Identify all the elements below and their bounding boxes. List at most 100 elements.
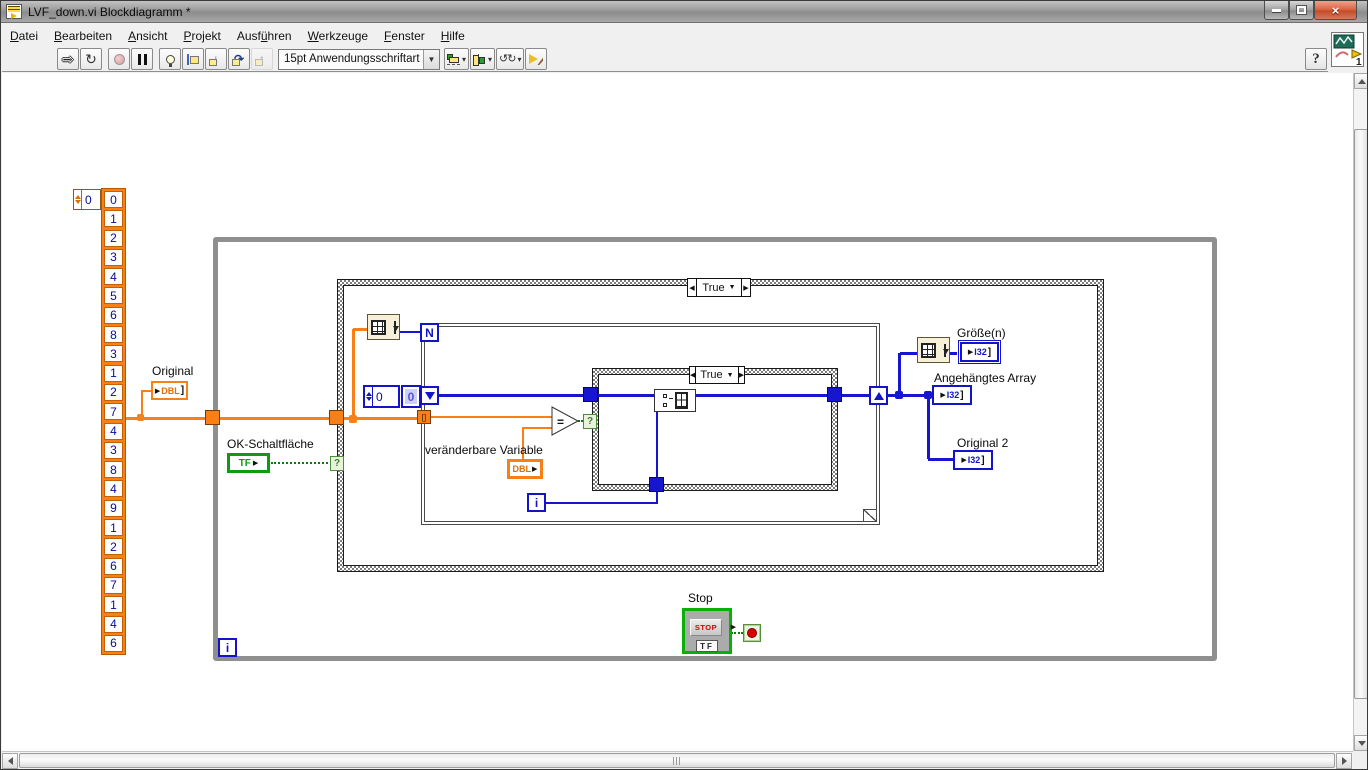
highlight-execution-button[interactable] [159, 48, 181, 70]
close-button[interactable]: × [1314, 1, 1357, 20]
wire-into-size[interactable] [900, 352, 918, 355]
stop-button-terminal[interactable]: STOP TF ▶ [682, 608, 736, 654]
array-element[interactable]: 8 [104, 326, 123, 344]
array-element[interactable]: 8 [104, 461, 123, 479]
numeric-constant[interactable]: 0 [363, 385, 400, 408]
size-indicator[interactable]: ▶ I32] [958, 340, 1001, 364]
array-constant[interactable]: 012345683127438491267146 [101, 188, 126, 655]
vertical-scrollbar[interactable] [1353, 73, 1367, 751]
array-element[interactable]: 2 [104, 383, 123, 401]
array-element[interactable]: 1 [104, 210, 123, 228]
step-into-button[interactable]: ↓ [205, 48, 227, 70]
wire-array-branch-up[interactable] [352, 329, 355, 420]
array-element[interactable]: 4 [104, 615, 123, 633]
array-element[interactable]: 1 [104, 596, 123, 614]
menu-item-ansicht[interactable]: Ansicht [120, 26, 175, 46]
wire-node-to-tunnel[interactable] [694, 394, 830, 397]
shift-register-left[interactable] [420, 386, 439, 405]
wire-scalar-to-equals[interactable] [430, 416, 554, 418]
menu-item-werkzeuge[interactable]: Werkzeuge [300, 26, 376, 46]
align-objects-button[interactable]: ▾ [444, 48, 470, 70]
wire-case-to-node[interactable] [598, 394, 658, 397]
scroll-up-button[interactable] [1354, 73, 1367, 89]
scroll-right-button[interactable] [1336, 753, 1352, 769]
context-help-button[interactable]: ? [1305, 48, 1327, 70]
step-out-button[interactable]: ↑ [251, 48, 273, 70]
array-index-display[interactable]: 0 [73, 189, 101, 210]
array-element[interactable]: 9 [104, 499, 123, 517]
array-element[interactable]: 4 [104, 480, 123, 498]
tunnel-inner-case-bottom[interactable] [649, 477, 664, 492]
block-diagram-canvas[interactable]: ◀ True ▼ ▶ ◀ True ▼ ▶ [] ? ? 0 0 1 2 3 4… [2, 73, 1353, 751]
maximize-button[interactable] [1289, 1, 1314, 20]
shift-register-right[interactable] [869, 386, 888, 405]
array-element[interactable]: 6 [104, 557, 123, 575]
array-element[interactable]: 4 [104, 422, 123, 440]
array-element[interactable]: 6 [104, 634, 123, 652]
wire-i-terminal[interactable] [546, 502, 658, 504]
variable-control[interactable]: DBL ▶ [507, 459, 543, 479]
outer-case-selector[interactable]: ◀ True ▼ ▶ [687, 278, 751, 297]
abort-button[interactable] [108, 48, 130, 70]
chevron-down-icon[interactable]: ▼ [423, 49, 439, 69]
menu-item-ausfhren[interactable]: Ausführen [229, 26, 300, 46]
array-element[interactable]: 1 [104, 364, 123, 382]
array-element[interactable]: 5 [104, 287, 123, 305]
retain-wire-values-button[interactable] [182, 48, 204, 70]
case-next-icon[interactable]: ▶ [741, 279, 750, 296]
array-element[interactable]: 3 [104, 248, 123, 266]
wire-bool-stop[interactable] [731, 632, 743, 634]
array-element[interactable]: 6 [104, 306, 123, 324]
tunnel-case-array[interactable] [329, 410, 344, 425]
vi-icon[interactable]: 1 [1331, 32, 1364, 68]
menu-item-datei[interactable]: Datei [2, 26, 46, 46]
array-element[interactable]: 2 [104, 538, 123, 556]
array-size-node[interactable] [367, 314, 400, 340]
wire-into-orig2[interactable] [928, 458, 955, 461]
loop-resize-corner[interactable] [863, 509, 876, 521]
reorder-button[interactable]: ↺↻ ▾ [496, 48, 525, 70]
index-spinner[interactable] [74, 190, 82, 209]
constant-spinner[interactable] [365, 387, 373, 406]
tunnel-while-array[interactable] [205, 410, 220, 425]
wire-bool-ok[interactable] [271, 462, 332, 464]
tunnel-inner-case-right[interactable] [827, 387, 842, 402]
tunnel-inner-case-selector[interactable]: ? [583, 414, 597, 429]
wire-tunnel-to-sr[interactable] [842, 394, 871, 397]
run-button[interactable]: ⇨ [57, 48, 79, 70]
array-element[interactable]: 3 [104, 441, 123, 459]
tunnel-case-selector[interactable]: ? [330, 456, 344, 471]
array-element[interactable]: 1 [104, 519, 123, 537]
horizontal-scrollbar[interactable] [2, 751, 1353, 769]
while-loop-iteration-terminal[interactable]: i [218, 638, 237, 657]
tunnel-autoindex[interactable]: [] [417, 410, 431, 424]
array-element[interactable]: 7 [104, 576, 123, 594]
array-size-node-2[interactable] [917, 337, 950, 363]
font-selector[interactable]: 15pt Anwendungsschriftart ▼ [278, 48, 440, 70]
wire-size-to-N[interactable] [399, 331, 422, 333]
menu-item-bearbeiten[interactable]: Bearbeiten [46, 26, 120, 46]
tunnel-inner-case-left[interactable] [583, 387, 598, 402]
array-element[interactable]: 3 [104, 345, 123, 363]
array-element[interactable]: 7 [104, 403, 123, 421]
run-continuously-button[interactable]: ↻ [80, 48, 102, 70]
array-element[interactable]: 0 [104, 191, 123, 208]
wire-array-main[interactable] [124, 417, 420, 420]
menu-item-projekt[interactable]: Projekt [175, 26, 228, 46]
cleanup-diagram-button[interactable] [525, 48, 548, 70]
scroll-left-button[interactable] [2, 753, 18, 769]
pause-button[interactable] [131, 48, 153, 70]
minimize-button[interactable] [1264, 1, 1289, 20]
original2-indicator[interactable]: ▶ I32] [953, 450, 993, 470]
horizontal-scroll-thumb[interactable] [19, 753, 1335, 768]
wire-branch-orig2[interactable] [927, 396, 930, 459]
wire-sr-to-case[interactable] [438, 394, 586, 397]
build-array-node[interactable] [654, 389, 696, 412]
inner-case-structure[interactable] [592, 368, 838, 491]
case-prev-icon[interactable]: ◀ [688, 279, 697, 296]
wire-node-to-bottom-tunnel[interactable] [656, 411, 658, 479]
scroll-down-button[interactable] [1354, 735, 1367, 751]
numeric-constant-2[interactable]: 0 [401, 385, 421, 408]
inner-case-selector[interactable]: ◀ True ▼ ▶ [689, 366, 745, 384]
original-indicator[interactable]: ▶ DBL] [151, 381, 188, 400]
